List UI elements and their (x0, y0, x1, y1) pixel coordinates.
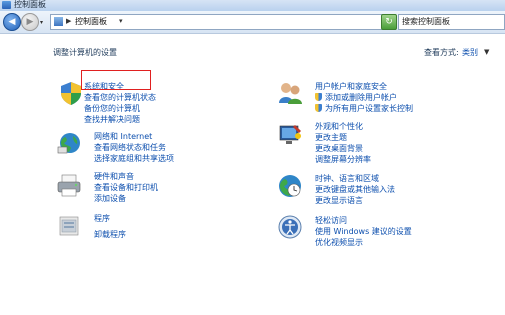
breadcrumb-separator[interactable]: ▶ (66, 17, 71, 25)
search-placeholder: 搜索控制面板 (402, 17, 450, 26)
window-title: 控制面板 (14, 0, 46, 9)
search-input[interactable]: 搜索控制面板 (398, 14, 505, 30)
category-ease-of-access: 轻松访问 使用 Windows 建议的设置 优化视频显示 (277, 214, 477, 254)
category-user-accounts: 用户帐户和家庭安全 添加或删除用户帐户 为所有用户设置家长控制 (277, 80, 477, 120)
globe-network-icon (57, 133, 80, 154)
recent-pages-dropdown[interactable]: ▾ (40, 19, 43, 26)
link-text: 为所有用户设置家长控制 (325, 104, 413, 113)
forward-button[interactable]: ▶ (21, 13, 39, 31)
category-network: 网络和 Internet 查看网络状态和任务 选择家庭组和共享选项 (56, 130, 236, 170)
category-title-ease-of-access[interactable]: 轻松访问 (315, 215, 347, 226)
link-backup-computer[interactable]: 备份您的计算机 (84, 103, 140, 114)
uac-shield-icon (315, 104, 322, 112)
link-uninstall-program[interactable]: 卸载程序 (94, 229, 126, 240)
link-text: 添加或删除用户帐户 (325, 93, 397, 102)
control-panel-icon (2, 1, 11, 9)
link-screen-resolution[interactable]: 调整屏幕分辨率 (315, 154, 371, 165)
uac-shield-icon (315, 93, 322, 101)
link-change-theme[interactable]: 更改主题 (315, 132, 347, 143)
users-icon (279, 83, 302, 104)
address-toolbar: ◀ ▶ ▾ ▶ 控制面板 ▾ ▾ ↻ 搜索控制面板 (0, 11, 505, 34)
category-hardware-sound: 硬件和声音 查看设备和打印机 添加设备 (56, 172, 236, 212)
breadcrumb-control-panel[interactable]: 控制面板 (75, 15, 107, 29)
category-title-network[interactable]: 网络和 Internet (94, 131, 152, 142)
category-title-programs[interactable]: 程序 (94, 213, 110, 224)
breadcrumb-dropdown-icon[interactable]: ▾ (119, 17, 123, 25)
link-add-device[interactable]: 添加设备 (94, 193, 126, 204)
view-by-dropdown-icon[interactable]: ▼ (484, 48, 489, 56)
link-add-remove-accounts[interactable]: 添加或删除用户帐户 (315, 92, 397, 103)
back-button[interactable]: ◀ (3, 13, 21, 31)
category-appearance: 外观和个性化 更改主题 更改桌面背景 调整屏幕分辨率 (277, 121, 477, 166)
accessibility-icon (278, 215, 302, 239)
category-programs: 程序 卸载程序 (56, 213, 236, 243)
link-windows-recommended-settings[interactable]: 使用 Windows 建议的设置 (315, 226, 412, 237)
link-optimize-visual-display[interactable]: 优化视频显示 (315, 237, 363, 248)
link-homegroup-sharing[interactable]: 选择家庭组和共享选项 (94, 153, 174, 164)
page-heading: 调整计算机的设置 (53, 48, 117, 57)
printer-icon (57, 174, 81, 197)
address-box[interactable]: ▶ 控制面板 ▾ ▾ (50, 14, 396, 30)
link-change-keyboard-input[interactable]: 更改键盘或其他输入法 (315, 184, 395, 195)
link-troubleshoot[interactable]: 查找并解决问题 (84, 114, 140, 125)
category-title-user-accounts[interactable]: 用户帐户和家庭安全 (315, 81, 387, 92)
link-view-network-status[interactable]: 查看网络状态和任务 (94, 142, 166, 153)
link-change-desktop-background[interactable]: 更改桌面背景 (315, 143, 363, 154)
forward-arrow-icon: ▶ (26, 17, 34, 27)
link-view-computer-status[interactable]: 查看您的计算机状态 (84, 92, 156, 103)
programs-icon (59, 216, 79, 236)
highlight-box (81, 70, 151, 90)
category-clock-language: 时钟、语言和区域 更改键盘或其他输入法 更改显示语言 (277, 173, 477, 213)
link-parental-controls[interactable]: 为所有用户设置家长控制 (315, 103, 413, 114)
category-title-appearance[interactable]: 外观和个性化 (315, 121, 363, 132)
link-change-display-language[interactable]: 更改显示语言 (315, 195, 363, 206)
category-title-hardware-sound[interactable]: 硬件和声音 (94, 171, 134, 182)
category-title-clock-language[interactable]: 时钟、语言和区域 (315, 173, 379, 184)
view-by-selector[interactable]: 类别 (462, 47, 478, 58)
view-by-label: 查看方式: (424, 48, 459, 57)
link-devices-printers[interactable]: 查看设备和打印机 (94, 182, 158, 193)
globe-clock-icon (279, 175, 301, 197)
control-panel-icon (54, 17, 63, 26)
refresh-button[interactable]: ↻ (381, 14, 397, 30)
back-arrow-icon: ◀ (8, 17, 16, 27)
monitor-paint-icon (279, 125, 301, 144)
